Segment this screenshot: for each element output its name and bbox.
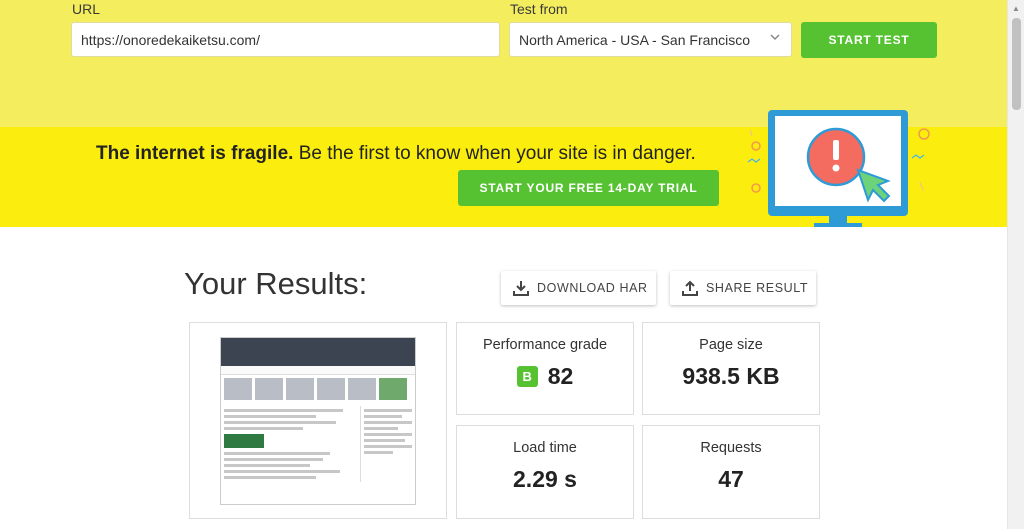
- page-size-value: 938.5 KB: [682, 363, 780, 389]
- scroll-up-arrow-icon[interactable]: ▲: [1012, 4, 1020, 13]
- share-icon: [682, 280, 698, 296]
- start-test-button[interactable]: START TEST: [801, 22, 937, 58]
- share-result-button[interactable]: SHARE RESULT: [670, 271, 816, 305]
- promo-headline-bold: The internet is fragile.: [96, 143, 294, 164]
- load-time-label: Load time: [513, 440, 577, 456]
- performance-grade-card: Performance grade B 82: [456, 322, 634, 415]
- promo-banner: The internet is fragile. Be the first to…: [0, 110, 1007, 227]
- requests-card: Requests 47: [642, 425, 820, 519]
- download-icon: [513, 281, 529, 296]
- load-time-card: Load time 2.29 s: [456, 425, 634, 519]
- test-location-value: North America - USA - San Francisco: [519, 32, 751, 48]
- share-result-label: SHARE RESULT: [706, 281, 809, 295]
- url-label: URL: [72, 1, 101, 17]
- download-har-label: DOWNLOAD HAR: [537, 281, 648, 295]
- test-location-select[interactable]: North America - USA - San Francisco: [509, 22, 792, 57]
- page-scrollbar[interactable]: ▲: [1007, 0, 1024, 529]
- scrollbar-thumb[interactable]: [1012, 18, 1021, 110]
- page-screenshot-thumbnail: [220, 337, 416, 505]
- page: URL Test from North America - USA - San …: [0, 0, 1024, 529]
- download-har-button[interactable]: DOWNLOAD HAR: [501, 271, 656, 305]
- grade-badge: B: [516, 366, 538, 387]
- performance-grade-value: 82: [547, 363, 574, 389]
- results-title: Your Results:: [184, 266, 368, 301]
- requests-label: Requests: [700, 440, 762, 456]
- page-screenshot-card: [189, 322, 447, 519]
- page-size-label: Page size: [699, 337, 763, 353]
- load-time-value: 2.29 s: [513, 466, 577, 492]
- url-input[interactable]: [71, 22, 500, 57]
- promo-headline: The internet is fragile. Be the first to…: [96, 143, 696, 165]
- chevron-down-icon: [769, 31, 781, 46]
- promo-headline-rest: Be the first to know when your site is i…: [293, 143, 696, 164]
- test-from-label: Test from: [510, 1, 568, 17]
- free-trial-button[interactable]: START YOUR FREE 14-DAY TRIAL: [458, 170, 719, 206]
- monitor-alert-illustration: [747, 110, 930, 227]
- performance-grade-label: Performance grade: [482, 337, 608, 353]
- requests-value: 47: [718, 466, 744, 492]
- page-size-card: Page size 938.5 KB: [642, 322, 820, 415]
